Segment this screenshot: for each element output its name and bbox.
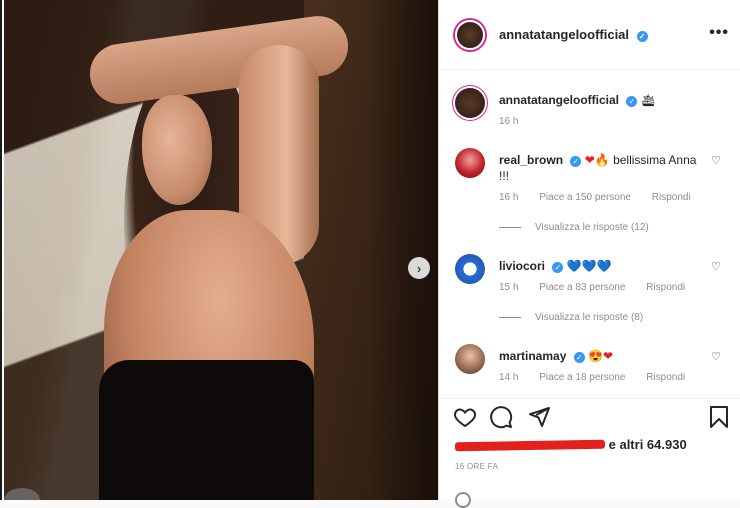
photo-top bbox=[99, 360, 314, 500]
verified-badge-icon: ✓ bbox=[552, 262, 564, 273]
reply-link[interactable]: Rispondi bbox=[652, 192, 691, 203]
comment-likes[interactable]: Piace a 83 persone bbox=[539, 282, 625, 293]
heart-icon[interactable] bbox=[453, 405, 477, 429]
redacted-likers bbox=[454, 439, 606, 452]
comment-content: liviocori ✓ 💙💙💙 bbox=[499, 258, 709, 274]
comment-likes[interactable]: Piace a 18 persone bbox=[539, 372, 625, 383]
share-icon[interactable] bbox=[527, 405, 551, 429]
comment-content: real_brown ✓ ❤🔥 bellissima Anna !!! bbox=[499, 152, 709, 184]
verified-badge-icon: ✓ bbox=[570, 156, 582, 167]
post-username[interactable]: annatatangeloofficial ✓ bbox=[499, 27, 648, 42]
comment-username[interactable]: liviocori bbox=[499, 259, 545, 273]
instagram-post-window: › annatatangeloofficial ✓ ••• annatatang… bbox=[0, 0, 740, 508]
heart-icon[interactable]: ♡ bbox=[711, 154, 721, 167]
heart-icon[interactable]: ♡ bbox=[711, 260, 721, 273]
heart-icon[interactable]: ♡ bbox=[711, 350, 721, 363]
verified-badge-icon: ✓ bbox=[626, 96, 638, 107]
comment-emoji: 💙💙💙 bbox=[566, 259, 612, 273]
caption-username[interactable]: annatatangeloofficial bbox=[499, 93, 619, 107]
comment-icon[interactable] bbox=[489, 405, 513, 429]
view-replies[interactable]: Visualizza le risposte (8) bbox=[499, 312, 643, 323]
bookmark-icon[interactable] bbox=[707, 405, 731, 429]
caption-time: 16 h bbox=[499, 116, 519, 127]
reply-link[interactable]: Rispondi bbox=[646, 282, 685, 293]
comment-emoji: 😍❤ bbox=[588, 349, 614, 363]
post-side-panel: annatatangeloofficial ✓ ••• annatatangel… bbox=[438, 0, 740, 508]
comment-input-emoji-icon[interactable] bbox=[455, 492, 471, 508]
comment-username[interactable]: martinamay bbox=[499, 349, 566, 363]
view-replies-text[interactable]: Visualizza le risposte (8) bbox=[535, 312, 643, 323]
view-replies[interactable]: Visualizza le risposte (12) bbox=[499, 222, 649, 233]
verified-badge-icon: ✓ bbox=[573, 352, 585, 363]
post-photo[interactable]: › bbox=[4, 0, 438, 500]
avatar[interactable] bbox=[455, 148, 485, 178]
post-header: annatatangeloofficial ✓ ••• bbox=[439, 0, 740, 70]
avatar[interactable] bbox=[455, 88, 485, 118]
comment-time: 15 h bbox=[499, 282, 519, 293]
avatar[interactable] bbox=[455, 254, 485, 284]
comment-time: 14 h bbox=[499, 372, 519, 383]
caption-emoji: 🛳 bbox=[640, 93, 656, 107]
photo-shadow bbox=[368, 0, 438, 500]
caption-content: annatatangeloofficial ✓ 🛳 bbox=[499, 92, 709, 108]
comment-emoji: ❤🔥 bbox=[584, 153, 610, 167]
comment-likes[interactable]: Piace a 150 persone bbox=[539, 192, 631, 203]
avatar[interactable] bbox=[455, 19, 485, 50]
comment-username[interactable]: real_brown bbox=[499, 153, 563, 167]
post-username-text[interactable]: annatatangeloofficial bbox=[499, 27, 629, 42]
replies-divider bbox=[499, 227, 521, 228]
likes-count[interactable]: e altri 64.930 bbox=[609, 437, 687, 452]
comment-time: 16 h bbox=[499, 192, 519, 203]
chevron-right-icon[interactable]: › bbox=[408, 257, 430, 279]
comment-meta: 15 h Piace a 83 persone Rispondi bbox=[499, 282, 703, 293]
verified-badge-icon: ✓ bbox=[636, 31, 648, 42]
photo-face bbox=[142, 95, 212, 205]
more-icon[interactable]: ••• bbox=[709, 24, 729, 42]
reply-link[interactable]: Rispondi bbox=[646, 372, 685, 383]
comment-meta: 14 h Piace a 18 persone Rispondi bbox=[499, 372, 703, 383]
view-replies-text[interactable]: Visualizza le risposte (12) bbox=[535, 222, 649, 233]
avatar[interactable] bbox=[455, 344, 485, 374]
comment-content: martinamay ✓ 😍❤ bbox=[499, 348, 709, 364]
post-actions bbox=[439, 398, 740, 434]
caption-meta: 16 h bbox=[499, 116, 536, 127]
replies-divider bbox=[499, 317, 521, 318]
post-timestamp: 16 ORE FA bbox=[455, 462, 499, 471]
likes-summary[interactable]: e altri 64.930 bbox=[454, 437, 735, 452]
comment-meta: 16 h Piace a 150 persone Rispondi bbox=[499, 192, 709, 203]
